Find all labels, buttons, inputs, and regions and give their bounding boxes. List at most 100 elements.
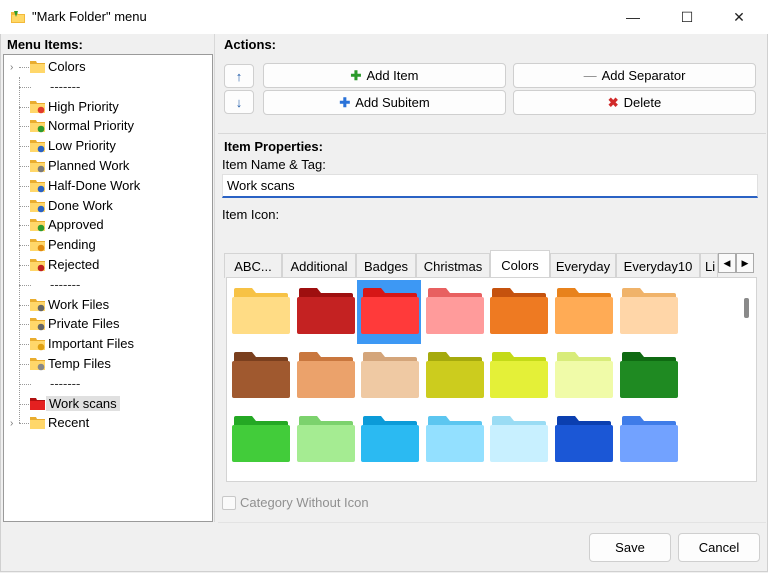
folder-half-done-icon <box>30 179 45 193</box>
tab-li[interactable]: Li <box>700 253 718 278</box>
add-item-button[interactable]: ✚ Add Item <box>263 63 506 88</box>
tree-item[interactable]: Half-Done Work <box>4 176 204 196</box>
tree-item[interactable]: High Priority <box>4 97 204 117</box>
folder-color-option[interactable] <box>357 408 421 472</box>
folder-icon <box>425 416 484 462</box>
tab-additional[interactable]: Additional <box>282 253 356 278</box>
folder-color-option[interactable] <box>357 344 421 408</box>
tab-christmas[interactable]: Christmas <box>416 253 490 278</box>
tree-separator[interactable]: ------- <box>4 374 204 394</box>
tree-item-label: Normal Priority <box>48 118 134 134</box>
folder-color-option[interactable] <box>486 408 550 472</box>
tab-colors[interactable]: Colors <box>490 250 550 279</box>
tree-item[interactable]: Work scans <box>4 394 204 414</box>
folder-temp-files-icon <box>30 358 45 371</box>
tab-scroll-left-button[interactable]: ◀ <box>718 253 736 273</box>
tree-item[interactable]: Normal Priority <box>4 116 204 136</box>
tree-separator[interactable]: ------- <box>4 275 204 295</box>
folder-icon <box>425 288 484 334</box>
tree-item[interactable]: Temp Files <box>4 354 204 374</box>
folder-color-option[interactable] <box>357 280 422 344</box>
tree-item[interactable]: › Recent <box>4 413 204 433</box>
folder-icon <box>296 416 355 462</box>
folder-color-option[interactable] <box>616 408 680 472</box>
folder-icon <box>361 416 420 462</box>
tree-item[interactable]: Private Files <box>4 314 204 334</box>
folder-color-option[interactable] <box>486 280 550 344</box>
tree-separator[interactable]: ------- <box>4 77 204 97</box>
add-item-label: Add Item <box>366 68 419 83</box>
folder-icon <box>232 288 290 334</box>
icon-category-tabs: ABC... Additional Badges Christmas Color… <box>224 250 760 279</box>
move-down-button[interactable]: ↓ <box>224 90 254 114</box>
tab-scroll-right-button[interactable]: ▶ <box>736 253 754 273</box>
tab-everyday10[interactable]: Everyday10 <box>616 253 700 278</box>
category-without-icon-label: Category Without Icon <box>240 495 369 510</box>
plus-green-icon: ✚ <box>350 67 362 83</box>
folder-color-option[interactable] <box>486 344 550 408</box>
add-separator-button[interactable]: — Add Separator <box>513 63 756 88</box>
folder-color-option[interactable] <box>228 344 292 408</box>
tree-expander-icon[interactable]: › <box>10 62 13 73</box>
folder-pending-icon <box>30 239 45 252</box>
folder-color-option[interactable] <box>616 344 680 408</box>
item-icon-label: Item Icon: <box>222 207 280 222</box>
actions-header: Actions: <box>224 37 276 52</box>
tree-item[interactable]: Work Files <box>4 295 204 315</box>
folder-color-option[interactable] <box>293 344 357 408</box>
delete-button[interactable]: ✖ Delete <box>513 90 756 115</box>
tree-item[interactable]: Rejected <box>4 255 204 275</box>
folder-color-option[interactable] <box>228 408 292 472</box>
close-button[interactable]: ✕ <box>716 0 762 34</box>
folder-color-option[interactable] <box>551 408 615 472</box>
tree-expander-icon[interactable]: › <box>10 418 13 429</box>
tree-connector <box>19 86 31 88</box>
tree-item-label: Low Priority <box>48 138 116 154</box>
tree-item[interactable]: › Colors <box>4 57 204 77</box>
tree-item-label: ------- <box>50 276 81 292</box>
cancel-button[interactable]: Cancel <box>678 533 760 562</box>
minimize-button[interactable]: — <box>610 0 656 34</box>
app-icon <box>11 11 25 23</box>
folder-rejected-icon <box>30 259 45 272</box>
item-name-input[interactable]: Work scans <box>222 174 758 198</box>
panel-divider <box>214 34 215 522</box>
tree-item[interactable]: Approved <box>4 215 204 235</box>
maximize-button[interactable]: ☐ <box>664 0 710 34</box>
folder-icon <box>619 288 678 334</box>
folder-color-option[interactable] <box>293 280 357 344</box>
tree-item-label: ------- <box>50 375 81 391</box>
folder-color-option[interactable] <box>616 280 680 344</box>
tab-badges[interactable]: Badges <box>356 253 416 278</box>
folder-color-option[interactable] <box>228 280 292 344</box>
gallery-scrollbar-thumb[interactable] <box>744 298 749 318</box>
folder-approved-icon <box>30 219 45 232</box>
folder-icon <box>361 288 420 334</box>
add-subitem-button[interactable]: ✚ Add Subitem <box>263 90 506 115</box>
tree-item[interactable]: Done Work <box>4 196 204 216</box>
folder-planned-work-icon <box>30 160 45 173</box>
tab-abc[interactable]: ABC... <box>224 253 282 278</box>
tree-item[interactable]: Important Files <box>4 334 204 354</box>
folder-color-option[interactable] <box>293 408 357 472</box>
tree-item-label: Done Work <box>48 197 113 213</box>
tree-item-label: Work Files <box>48 296 110 312</box>
folder-color-option[interactable] <box>551 344 615 408</box>
folder-color-option[interactable] <box>422 408 486 472</box>
save-button[interactable]: Save <box>589 533 671 562</box>
tree-item[interactable]: Planned Work <box>4 156 204 176</box>
icon-gallery[interactable] <box>226 277 757 482</box>
folder-high-priority-icon <box>30 100 45 113</box>
tree-item[interactable]: Pending <box>4 235 204 255</box>
folder-color-option[interactable] <box>422 280 486 344</box>
folder-icon <box>619 416 678 462</box>
folder-color-option[interactable] <box>551 280 615 344</box>
tab-everyday[interactable]: Everyday <box>550 253 616 278</box>
move-up-button[interactable]: ↑ <box>224 64 254 88</box>
category-without-icon-checkbox[interactable] <box>222 496 236 510</box>
folder-private-files-icon <box>30 318 45 331</box>
tree-item[interactable]: Low Priority <box>4 136 204 156</box>
menu-items-tree[interactable]: › Colors ------- High Priority Normal Priori… <box>3 54 213 522</box>
folder-color-option[interactable] <box>422 344 486 408</box>
plus-blue-icon: ✚ <box>339 94 351 110</box>
